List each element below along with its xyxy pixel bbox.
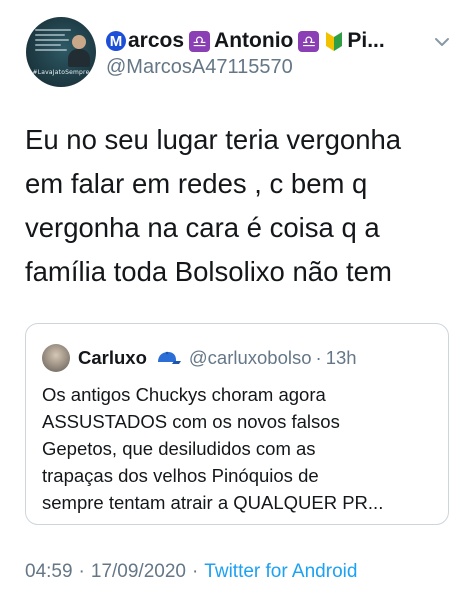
avatar-person-body xyxy=(68,49,90,67)
author-name[interactable]: M arcos ♎ Antonio ♎ Pi... xyxy=(106,28,385,54)
tweet-text-line: Eu no seu lugar teria vergonha xyxy=(25,124,402,155)
blue-cap-icon xyxy=(157,351,181,364)
author-avatar[interactable]: #LavaJatoSempre xyxy=(26,17,96,87)
avatar-person-head xyxy=(72,35,86,49)
quoted-text-line: sempre tentam atrair a QUALQUER PR... xyxy=(42,492,384,513)
quoted-author-handle: @carluxobolso xyxy=(188,347,312,368)
author-name-part-2: Antonio xyxy=(214,29,294,52)
author-name-part-3: Pi... xyxy=(347,29,385,52)
avatar-text-graphic xyxy=(35,29,71,54)
quoted-text-line: trapaças dos velhos Pinóquios de xyxy=(42,465,319,486)
tweet-text-line: família toda Bolsolixo não tem xyxy=(25,256,392,287)
libra-icon: ♎ xyxy=(189,30,211,52)
meta-separator: · xyxy=(191,561,199,582)
quoted-tweet-text: Os antigos Chuckys choram agora ASSUSTAD… xyxy=(42,381,442,516)
author-name-part-1: arcos xyxy=(128,29,185,52)
tweet-time: 04:59 xyxy=(25,561,73,582)
avatar-caption: #LavaJatoSempre xyxy=(32,69,90,76)
quoted-timestamp: 13h xyxy=(325,347,357,368)
quoted-author-name: Carluxo xyxy=(78,347,147,368)
source-app-link[interactable]: Twitter for Android xyxy=(204,561,357,582)
quoted-text-line: Gepetos, que desiludidos com as xyxy=(42,438,316,459)
libra-icon: ♎ xyxy=(298,30,320,52)
tweet-detail: #LavaJatoSempre M arcos ♎ Antonio ♎ Pi..… xyxy=(0,0,473,600)
author-handle[interactable]: @MarcosA47115570 xyxy=(106,56,293,79)
tweet-text-line: em falar em redes , c bem q xyxy=(25,168,368,199)
tweet-text: Eu no seu lugar teria vergonha em falar … xyxy=(25,118,455,294)
beginner-symbol-icon xyxy=(326,32,343,51)
quoted-tweet-card[interactable]: Carluxo @carluxobolso · 13h Os antigos C… xyxy=(25,323,449,525)
meta-separator: · xyxy=(78,561,85,582)
tweet-date: 17/09/2020 xyxy=(90,561,186,582)
quoted-text-line: Os antigos Chuckys choram agora xyxy=(42,384,326,405)
quoted-author-avatar xyxy=(42,344,70,372)
tweet-meta: 04:59 · 17/09/2020 · Twitter for Android xyxy=(25,561,357,583)
quoted-tweet-header: Carluxo @carluxobolso · 13h xyxy=(78,346,357,370)
quoted-text-line: ASSUSTADOS com os novos falsos xyxy=(42,411,340,432)
quoted-separator: · xyxy=(315,347,322,368)
chevron-down-icon[interactable] xyxy=(434,36,450,48)
m-badge-icon: M xyxy=(106,31,126,51)
tweet-text-line: vergonha na cara é coisa q a xyxy=(25,212,380,243)
